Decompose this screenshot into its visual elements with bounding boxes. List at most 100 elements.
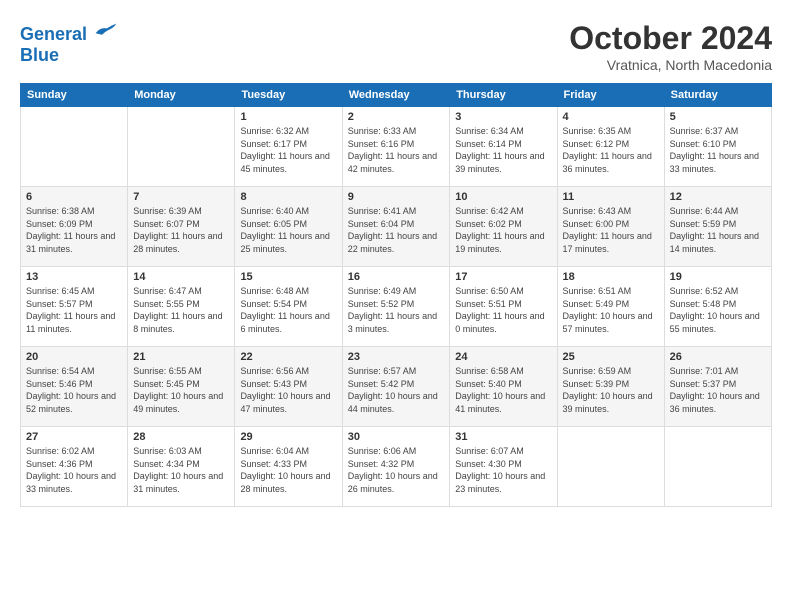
day-info: Sunrise: 6:06 AMSunset: 4:32 PMDaylight:… [348, 445, 445, 495]
calendar-cell: 31Sunrise: 6:07 AMSunset: 4:30 PMDayligh… [450, 427, 557, 507]
calendar-cell: 2 Sunrise: 6:33 AMSunset: 6:16 PMDaylight… [342, 107, 450, 187]
day-info: Sunrise: 6:51 AMSunset: 5:49 PMDaylight:… [563, 285, 659, 335]
day-number: 27 [26, 431, 122, 443]
calendar-cell: 17 Sunrise: 6:50 AMSunset: 5:51 PMDayligh… [450, 267, 557, 347]
day-info: Sunrise: 6:43 AMSunset: 6:00 PMDaylight:… [563, 205, 659, 255]
day-info: Sunrise: 6:56 AMSunset: 5:43 PMDaylight:… [240, 365, 336, 415]
day-number: 17 [455, 271, 551, 283]
calendar-cell: 4 Sunrise: 6:35 AMSunset: 6:12 PMDaylight… [557, 107, 664, 187]
day-info: Sunrise: 6:42 AMSunset: 6:02 PMDaylight:… [455, 205, 551, 255]
day-info: Sunrise: 6:02 AMSunset: 4:36 PMDaylight:… [26, 445, 122, 495]
calendar-cell: 6 Sunrise: 6:38 AMSunset: 6:09 PMDaylight… [21, 187, 128, 267]
day-number: 12 [670, 191, 766, 203]
day-number: 21 [133, 351, 229, 363]
day-number: 10 [455, 191, 551, 203]
day-number: 1 [240, 111, 336, 123]
day-info: Sunrise: 6:58 AMSunset: 5:40 PMDaylight:… [455, 365, 551, 415]
day-info: Sunrise: 6:34 AMSunset: 6:14 PMDaylight:… [455, 125, 551, 175]
day-info: Sunrise: 6:40 AMSunset: 6:05 PMDaylight:… [240, 205, 336, 255]
calendar-cell [557, 427, 664, 507]
calendar-cell: 24 Sunrise: 6:58 AMSunset: 5:40 PMDayligh… [450, 347, 557, 427]
calendar-cell: 18 Sunrise: 6:51 AMSunset: 5:49 PMDayligh… [557, 267, 664, 347]
day-info: Sunrise: 6:50 AMSunset: 5:51 PMDaylight:… [455, 285, 551, 335]
calendar-cell: 7 Sunrise: 6:39 AMSunset: 6:07 PMDaylight… [128, 187, 235, 267]
calendar-cell: 9 Sunrise: 6:41 AMSunset: 6:04 PMDaylight… [342, 187, 450, 267]
weekday-header-monday: Monday [128, 84, 235, 107]
calendar-cell: 27 Sunrise: 6:02 AMSunset: 4:36 PMDayligh… [21, 427, 128, 507]
day-number: 5 [670, 111, 766, 123]
day-info: Sunrise: 6:03 AMSunset: 4:34 PMDaylight:… [133, 445, 229, 495]
day-number: 26 [670, 351, 766, 363]
calendar-cell: 22 Sunrise: 6:56 AMSunset: 5:43 PMDayligh… [235, 347, 342, 427]
day-info: Sunrise: 6:49 AMSunset: 5:52 PMDaylight:… [348, 285, 445, 335]
day-number: 8 [240, 191, 336, 203]
calendar-cell: 3 Sunrise: 6:34 AMSunset: 6:14 PMDaylight… [450, 107, 557, 187]
day-info: Sunrise: 6:54 AMSunset: 5:46 PMDaylight:… [26, 365, 122, 415]
calendar-cell: 5 Sunrise: 6:37 AMSunset: 6:10 PMDaylight… [664, 107, 771, 187]
day-info: Sunrise: 6:57 AMSunset: 5:42 PMDaylight:… [348, 365, 445, 415]
day-info: Sunrise: 6:52 AMSunset: 5:48 PMDaylight:… [670, 285, 766, 335]
logo-blue: Blue [20, 45, 118, 66]
day-info: Sunrise: 6:38 AMSunset: 6:09 PMDaylight:… [26, 205, 122, 255]
day-number: 3 [455, 111, 551, 123]
day-info: Sunrise: 6:07 AMSunset: 4:30 PMDaylight:… [455, 445, 551, 495]
calendar-cell: 1Sunrise: 6:32 AMSunset: 6:17 PMDaylight… [235, 107, 342, 187]
weekday-header-saturday: Saturday [664, 84, 771, 107]
weekday-header-sunday: Sunday [21, 84, 128, 107]
page-header: General Blue October 2024 Vratnica, Nort… [20, 20, 772, 73]
day-number: 25 [563, 351, 659, 363]
day-info: Sunrise: 6:33 AMSunset: 6:16 PMDaylight:… [348, 125, 445, 175]
logo-bird-icon [94, 20, 118, 40]
calendar-cell: 10 Sunrise: 6:42 AMSunset: 6:02 PMDayligh… [450, 187, 557, 267]
day-info: Sunrise: 6:59 AMSunset: 5:39 PMDaylight:… [563, 365, 659, 415]
weekday-header-tuesday: Tuesday [235, 84, 342, 107]
calendar-table: SundayMondayTuesdayWednesdayThursdayFrid… [20, 83, 772, 507]
weekday-header-thursday: Thursday [450, 84, 557, 107]
calendar-cell: 12 Sunrise: 6:44 AMSunset: 5:59 PMDayligh… [664, 187, 771, 267]
calendar-cell: 26Sunrise: 7:01 AMSunset: 5:37 PMDayligh… [664, 347, 771, 427]
day-info: Sunrise: 6:44 AMSunset: 5:59 PMDaylight:… [670, 205, 766, 255]
day-info: Sunrise: 6:47 AMSunset: 5:55 PMDaylight:… [133, 285, 229, 335]
day-number: 24 [455, 351, 551, 363]
day-info: Sunrise: 6:55 AMSunset: 5:45 PMDaylight:… [133, 365, 229, 415]
day-info: Sunrise: 6:04 AMSunset: 4:33 PMDaylight:… [240, 445, 336, 495]
day-number: 28 [133, 431, 229, 443]
calendar-cell: 11 Sunrise: 6:43 AMSunset: 6:00 PMDayligh… [557, 187, 664, 267]
day-number: 6 [26, 191, 122, 203]
calendar-cell: 15Sunrise: 6:48 AMSunset: 5:54 PMDayligh… [235, 267, 342, 347]
month-title: October 2024 [569, 20, 772, 57]
weekday-header-wednesday: Wednesday [342, 84, 450, 107]
day-info: Sunrise: 6:45 AMSunset: 5:57 PMDaylight:… [26, 285, 122, 335]
day-info: Sunrise: 6:37 AMSunset: 6:10 PMDaylight:… [670, 125, 766, 175]
day-info: Sunrise: 6:35 AMSunset: 6:12 PMDaylight:… [563, 125, 659, 175]
day-number: 19 [670, 271, 766, 283]
day-number: 2 [348, 111, 445, 123]
day-number: 22 [240, 351, 336, 363]
day-number: 4 [563, 111, 659, 123]
calendar-cell: 19 Sunrise: 6:52 AMSunset: 5:48 PMDayligh… [664, 267, 771, 347]
day-number: 15 [240, 271, 336, 283]
calendar-cell: 30 Sunrise: 6:06 AMSunset: 4:32 PMDayligh… [342, 427, 450, 507]
calendar-cell: 16 Sunrise: 6:49 AMSunset: 5:52 PMDayligh… [342, 267, 450, 347]
day-number: 9 [348, 191, 445, 203]
day-number: 16 [348, 271, 445, 283]
calendar-cell: 8 Sunrise: 6:40 AMSunset: 6:05 PMDaylight… [235, 187, 342, 267]
day-info: Sunrise: 6:41 AMSunset: 6:04 PMDaylight:… [348, 205, 445, 255]
title-block: October 2024 Vratnica, North Macedonia [569, 20, 772, 73]
day-number: 23 [348, 351, 445, 363]
day-info: Sunrise: 6:39 AMSunset: 6:07 PMDaylight:… [133, 205, 229, 255]
day-number: 18 [563, 271, 659, 283]
day-number: 30 [348, 431, 445, 443]
calendar-cell: 21 Sunrise: 6:55 AMSunset: 5:45 PMDayligh… [128, 347, 235, 427]
logo: General Blue [20, 20, 118, 66]
day-number: 11 [563, 191, 659, 203]
day-number: 20 [26, 351, 122, 363]
calendar-cell: 29 Sunrise: 6:04 AMSunset: 4:33 PMDayligh… [235, 427, 342, 507]
calendar-cell: 13Sunrise: 6:45 AMSunset: 5:57 PMDayligh… [21, 267, 128, 347]
day-number: 14 [133, 271, 229, 283]
calendar-cell: 25 Sunrise: 6:59 AMSunset: 5:39 PMDayligh… [557, 347, 664, 427]
day-number: 29 [240, 431, 336, 443]
day-number: 7 [133, 191, 229, 203]
weekday-header-friday: Friday [557, 84, 664, 107]
calendar-cell: 20 Sunrise: 6:54 AMSunset: 5:46 PMDayligh… [21, 347, 128, 427]
